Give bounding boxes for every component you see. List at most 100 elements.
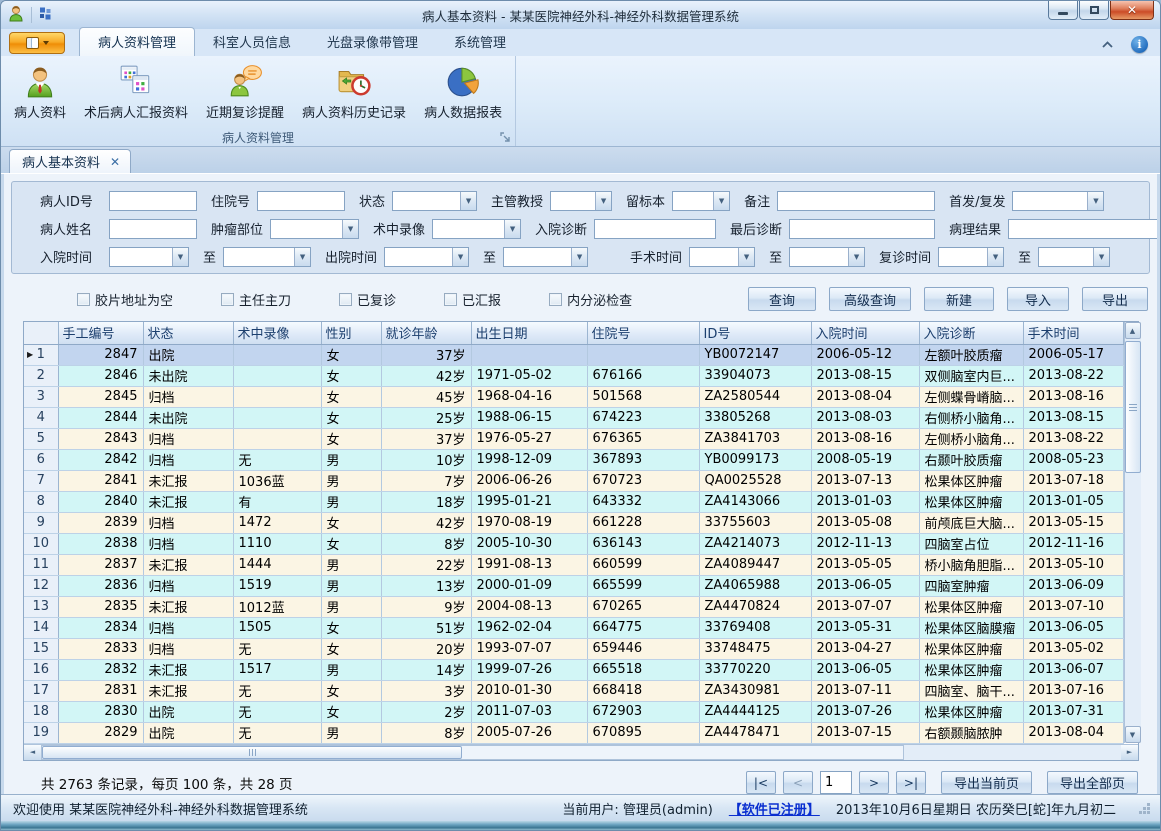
scroll-down-button[interactable]: ▼ (1125, 726, 1141, 743)
dropdown-arrow-icon[interactable]: ▼ (172, 248, 188, 266)
table-row[interactable]: 32845归档女45岁1968-04-16501568ZA25805442013… (24, 386, 1123, 407)
info-icon[interactable]: i (1131, 36, 1148, 53)
application-menu-button[interactable] (9, 32, 65, 54)
column-header-10[interactable]: 入院诊断 (919, 322, 1023, 344)
history-folder-button[interactable]: 病人资料历史记录 (293, 59, 415, 128)
reminder-button[interactable]: 近期复诊提醒 (197, 59, 293, 128)
next-page-button[interactable]: > (859, 771, 889, 794)
checkbox-5[interactable]: 内分泌检查 (549, 290, 632, 309)
column-header-8[interactable]: ID号 (699, 322, 811, 344)
filter-input-row2-1[interactable] (109, 219, 197, 239)
column-header-3[interactable]: 术中录像 (233, 322, 321, 344)
horizontal-scrollbar[interactable]: ◄ ► (24, 744, 1138, 760)
dropdown-arrow-icon[interactable]: ▼ (1093, 248, 1109, 266)
filter-combo-row1-5[interactable]: ▼ (672, 191, 730, 211)
ribbon-tab-3[interactable]: 光盘录像带管理 (309, 28, 436, 56)
table-row[interactable]: 132835未汇报1012蓝男9岁2004-08-13670265ZA44708… (24, 596, 1123, 617)
filter-combo-row3-4[interactable]: ▼ (503, 247, 588, 267)
report-calendar-button[interactable]: 术后病人汇报资料 (75, 59, 197, 128)
column-header-1[interactable]: 手工编号 (58, 322, 143, 344)
vertical-scroll-thumb[interactable] (1125, 341, 1141, 473)
column-header-7[interactable]: 住院号 (587, 322, 699, 344)
table-row[interactable]: 182830出院无女2岁2011-07-03672903ZA4444125201… (24, 701, 1123, 722)
column-header-11[interactable]: 手术时间 (1023, 322, 1123, 344)
filter-combo-row3-7[interactable]: ▼ (938, 247, 1004, 267)
dialog-launcher-icon[interactable] (499, 131, 511, 143)
action-button-5[interactable]: 导出 (1082, 287, 1148, 311)
horizontal-scroll-thumb[interactable] (42, 746, 462, 759)
table-row[interactable]: 52843归档女37岁1976-05-27676365ZA38417032013… (24, 428, 1123, 449)
pie-chart-button[interactable]: 病人数据报表 (415, 59, 511, 128)
filter-combo-row2-3[interactable]: ▼ (432, 219, 521, 239)
table-row[interactable]: 22846未出院女42岁1971-05-02676166339040732013… (24, 365, 1123, 386)
scroll-up-button[interactable]: ▲ (1125, 322, 1141, 339)
ribbon-tab-1[interactable]: 病人资料管理 (79, 27, 195, 56)
quick-access-icon[interactable] (38, 6, 53, 25)
filter-combo-row1-3[interactable]: ▼ (392, 191, 477, 211)
action-button-2[interactable]: 高级查询 (829, 287, 911, 311)
filter-combo-row3-6[interactable]: ▼ (789, 247, 865, 267)
dropdown-arrow-icon[interactable]: ▼ (595, 192, 611, 210)
table-row[interactable]: 162832未汇报1517男14岁1999-07-266655183377022… (24, 659, 1123, 680)
dropdown-arrow-icon[interactable]: ▼ (713, 192, 729, 210)
filter-combo-row1-7[interactable]: ▼ (1012, 191, 1104, 211)
patient-button[interactable]: 病人资料 (5, 59, 75, 128)
export-current-page-button[interactable]: 导出当前页 (941, 771, 1032, 794)
table-row[interactable]: 192829出院无男8岁2005-07-26670895ZA4478471201… (24, 722, 1123, 743)
vertical-scrollbar[interactable]: ▲ ▼ (1124, 322, 1141, 743)
filter-combo-row3-8[interactable]: ▼ (1038, 247, 1110, 267)
filter-input-row1-2[interactable] (257, 191, 345, 211)
horizontal-scroll-track[interactable] (41, 745, 904, 760)
export-all-pages-button[interactable]: 导出全部页 (1047, 771, 1138, 794)
column-header-6[interactable]: 出生日期 (471, 322, 587, 344)
scroll-right-button[interactable]: ► (1121, 745, 1138, 760)
filter-input-row2-4[interactable] (594, 219, 716, 239)
tab-patient-basic-info[interactable]: 病人基本资料 ✕ (9, 149, 131, 173)
filter-combo-row2-2[interactable]: ▼ (270, 219, 359, 239)
ribbon-tab-2[interactable]: 科室人员信息 (195, 28, 309, 56)
tab-close-icon[interactable]: ✕ (110, 156, 120, 168)
table-row[interactable]: 82840未汇报有男18岁1995-01-21643332ZA414306620… (24, 491, 1123, 512)
column-header-5[interactable]: 就诊年龄 (381, 322, 471, 344)
registered-link[interactable]: 【软件已注册】 (729, 799, 820, 818)
table-row[interactable]: 152833归档无女20岁1993-07-0765944633748475201… (24, 638, 1123, 659)
table-row[interactable]: 92839归档1472女42岁1970-08-19661228337556032… (24, 512, 1123, 533)
table-row[interactable]: 102838归档1110女8岁2005-10-30636143ZA4214073… (24, 533, 1123, 554)
dropdown-arrow-icon[interactable]: ▼ (738, 248, 754, 266)
maximize-button[interactable] (1079, 1, 1109, 20)
filter-combo-row3-2[interactable]: ▼ (223, 247, 311, 267)
column-header-9[interactable]: 入院时间 (811, 322, 919, 344)
last-page-button[interactable]: >| (896, 771, 926, 794)
first-page-button[interactable]: |< (746, 771, 776, 794)
dropdown-arrow-icon[interactable]: ▼ (504, 220, 520, 238)
table-row[interactable]: 1▶2847出院女37岁YB00721472006-05-12左额叶胶质瘤200… (24, 344, 1123, 365)
filter-input-row1-1[interactable] (109, 191, 197, 211)
prev-page-button[interactable]: < (783, 771, 813, 794)
filter-input-row1-6[interactable] (777, 191, 935, 211)
table-row[interactable]: 112837未汇报1444男22岁1991-08-13660599ZA40894… (24, 554, 1123, 575)
filter-combo-row3-5[interactable]: ▼ (689, 247, 755, 267)
dropdown-arrow-icon[interactable]: ▼ (460, 192, 476, 210)
page-number-input[interactable] (820, 771, 852, 794)
checkbox-4[interactable]: 已汇报 (444, 290, 501, 309)
checkbox-3[interactable]: 已复诊 (339, 290, 396, 309)
action-button-3[interactable]: 新建 (924, 287, 994, 311)
dropdown-arrow-icon[interactable]: ▼ (848, 248, 864, 266)
column-header-2[interactable]: 状态 (143, 322, 233, 344)
checkbox-2[interactable]: 主任主刀 (221, 290, 291, 309)
minimize-button[interactable] (1048, 1, 1078, 20)
filter-combo-row1-4[interactable]: ▼ (550, 191, 612, 211)
table-row[interactable]: 42844未出院女25岁1988-06-15674223338052682013… (24, 407, 1123, 428)
table-row[interactable]: 72841未汇报1036蓝男7岁2006-06-26670723QA002552… (24, 470, 1123, 491)
close-button[interactable]: ✕ (1110, 1, 1154, 20)
dropdown-arrow-icon[interactable]: ▼ (987, 248, 1003, 266)
table-row[interactable]: 142834归档1505女51岁1962-02-0466477533769408… (24, 617, 1123, 638)
checkbox-1[interactable]: 胶片地址为空 (77, 290, 173, 309)
table-row[interactable]: 62842归档无男10岁1998-12-09367893YB0099173200… (24, 449, 1123, 470)
action-button-1[interactable]: 查询 (748, 287, 816, 311)
collapse-ribbon-icon[interactable] (1099, 38, 1115, 52)
table-row[interactable]: 172831未汇报无女3岁2010-01-30668418ZA343098120… (24, 680, 1123, 701)
column-header-selector[interactable] (24, 322, 58, 344)
scroll-left-button[interactable]: ◄ (24, 745, 41, 760)
filter-input-row2-6[interactable] (1008, 219, 1160, 239)
